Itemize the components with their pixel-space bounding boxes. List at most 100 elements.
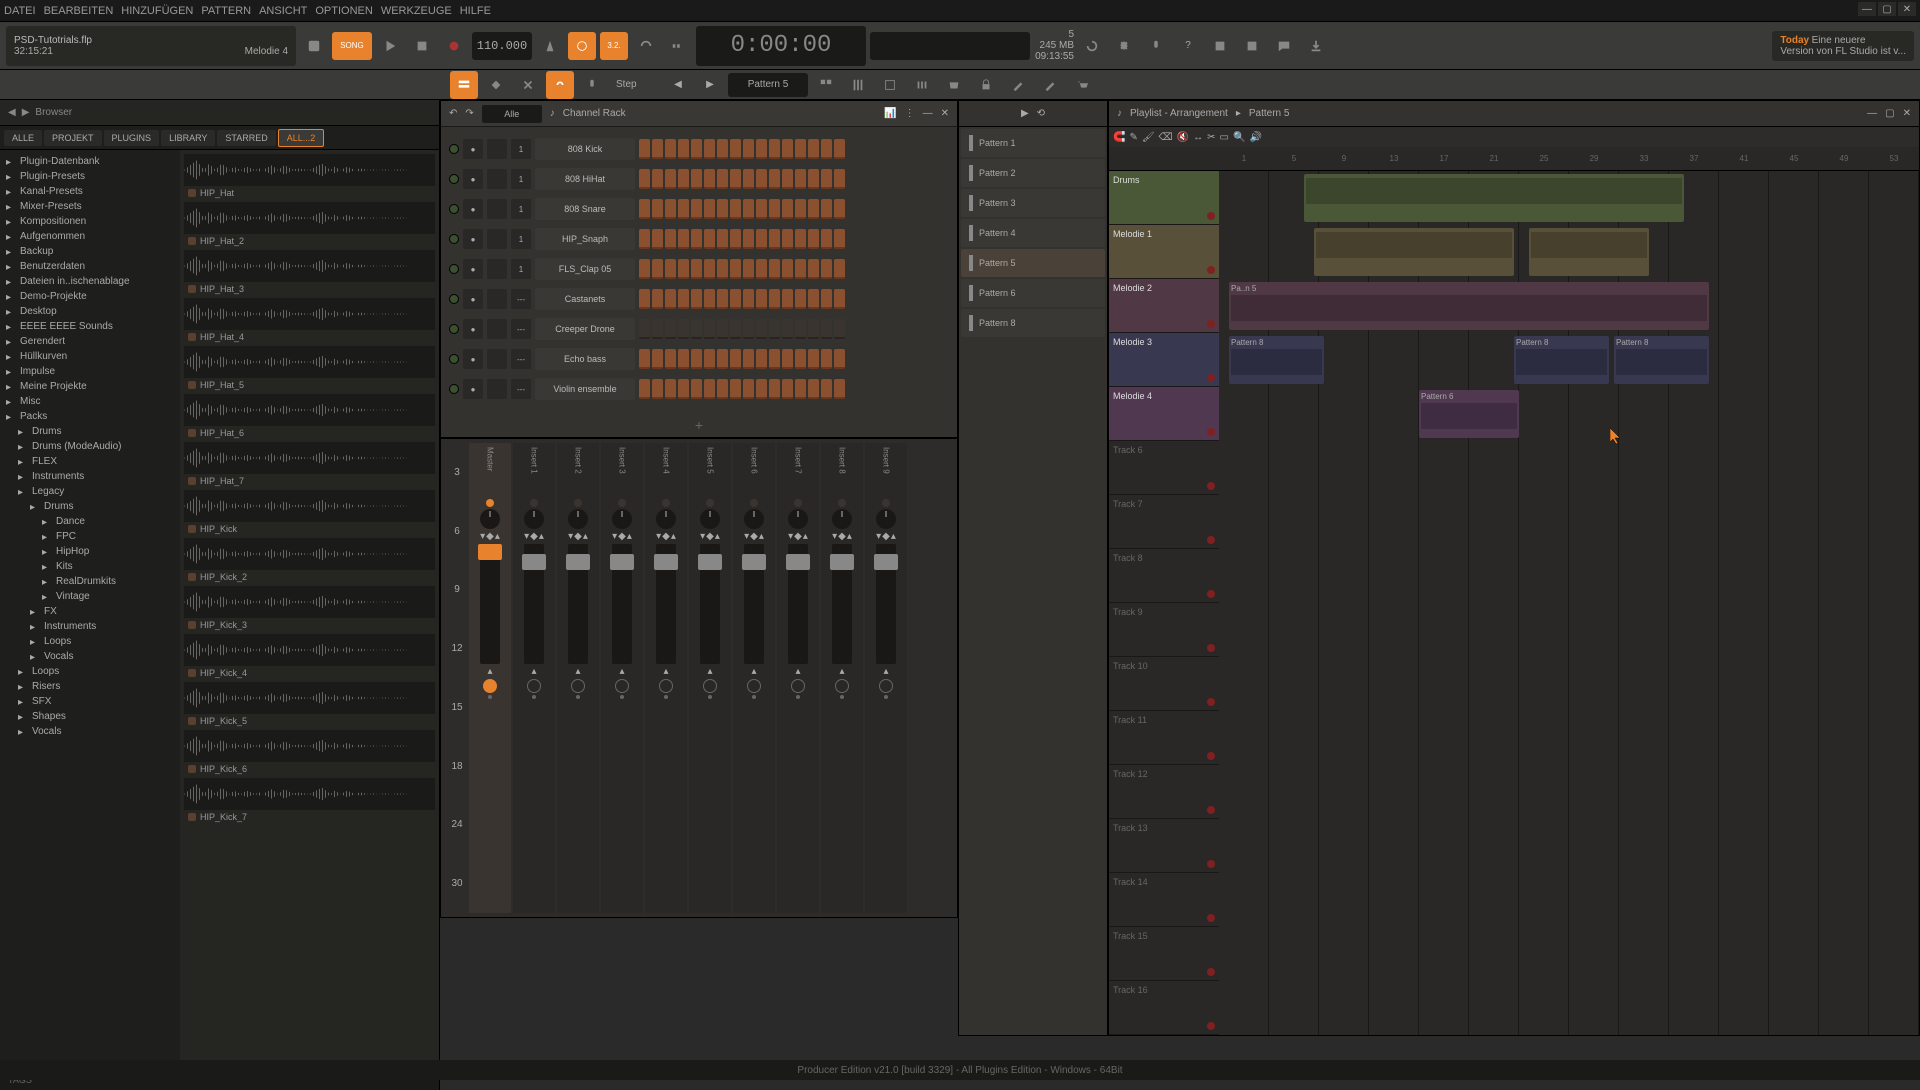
view-controls-icon[interactable] (908, 71, 936, 99)
playlist-track-header[interactable]: Track 12 (1109, 765, 1219, 819)
track-pan-knob[interactable] (788, 509, 808, 529)
tree-item[interactable]: ▸FLEX (0, 454, 180, 469)
pattern-item[interactable]: Pattern 1 (961, 129, 1105, 157)
channel-mute[interactable]: ● (463, 349, 483, 369)
step-button[interactable] (834, 229, 845, 249)
step-button[interactable] (678, 379, 689, 399)
track-rec-icon[interactable] (1207, 428, 1215, 436)
step-button[interactable] (639, 169, 650, 189)
step-button[interactable] (782, 289, 793, 309)
channel-led[interactable] (449, 294, 459, 304)
step-button[interactable] (782, 319, 793, 339)
track-pan-knob[interactable] (876, 509, 896, 529)
step-button[interactable] (808, 199, 819, 219)
track-enable[interactable] (571, 679, 585, 693)
step-button[interactable] (691, 289, 702, 309)
sample-item[interactable]: HIP_Kick_2 (184, 538, 435, 584)
playlist-clip[interactable]: Pattern 8 (1514, 336, 1609, 384)
playlist-clip[interactable] (1529, 228, 1649, 276)
step-mode[interactable]: Step (610, 79, 660, 90)
playlist-clip[interactable]: Pattern 8 (1614, 336, 1709, 384)
mic-icon[interactable] (1142, 32, 1170, 60)
mixer-track[interactable]: Insert 3▾◆▴▴ (601, 443, 643, 913)
track-enable[interactable] (527, 679, 541, 693)
channel-name[interactable]: HIP_Snaph (535, 228, 635, 250)
help-icon[interactable]: ? (1174, 32, 1202, 60)
step-button[interactable] (756, 289, 767, 309)
song-toggle[interactable]: SONG (332, 32, 372, 60)
eq-hi-icon[interactable]: ▴ (759, 531, 764, 542)
step-button[interactable] (639, 259, 650, 279)
sample-item[interactable]: HIP_Hat_5 (184, 346, 435, 392)
eq-low-icon[interactable]: ▾ (612, 531, 617, 542)
tree-item[interactable]: ▸Kompositionen (0, 214, 180, 229)
step-button[interactable] (665, 379, 676, 399)
eq-low-icon[interactable]: ▾ (568, 531, 573, 542)
step-button[interactable] (821, 289, 832, 309)
playlist-track-header[interactable]: Track 13 (1109, 819, 1219, 873)
step-button[interactable] (769, 349, 780, 369)
step-button[interactable] (704, 379, 715, 399)
step-button[interactable] (652, 229, 663, 249)
shop-icon[interactable] (940, 71, 968, 99)
sample-item[interactable]: HIP_Kick_7 (184, 778, 435, 824)
step-button[interactable] (652, 289, 663, 309)
step-button[interactable] (665, 229, 676, 249)
channel-led[interactable] (449, 324, 459, 334)
eq-mid-icon[interactable]: ◆ (838, 531, 846, 542)
step-button[interactable] (834, 379, 845, 399)
playlist-track-header[interactable]: Drums (1109, 171, 1219, 225)
step-button[interactable] (769, 229, 780, 249)
sample-item[interactable]: HIP_Hat_6 (184, 394, 435, 440)
step-button[interactable] (743, 289, 754, 309)
step-button[interactable] (652, 379, 663, 399)
track-pan-knob[interactable] (700, 509, 720, 529)
step-button[interactable] (743, 259, 754, 279)
step-button[interactable] (769, 169, 780, 189)
pattern-selector[interactable]: Pattern 5 (728, 73, 808, 97)
step-button[interactable] (639, 229, 650, 249)
track-pan-knob[interactable] (480, 509, 500, 529)
metronome-icon[interactable] (536, 32, 564, 60)
step-button[interactable] (821, 199, 832, 219)
tree-item[interactable]: ▸Loops (0, 634, 180, 649)
step-button[interactable] (717, 259, 728, 279)
rack-fwd-icon[interactable]: ↷ (465, 108, 473, 119)
tree-item[interactable]: ▸Plugin-Datenbank (0, 154, 180, 169)
channel-led[interactable] (449, 234, 459, 244)
tree-item[interactable]: ▸Drums (0, 424, 180, 439)
add-channel-button[interactable]: + (441, 413, 957, 437)
channel-name[interactable]: 808 HiHat (535, 168, 635, 190)
step-button[interactable] (639, 199, 650, 219)
tree-item[interactable]: ▸Demo-Projekte (0, 289, 180, 304)
channel-route[interactable]: --- (511, 289, 531, 309)
track-rec-icon[interactable] (1207, 860, 1215, 868)
tree-item[interactable]: ▸Packs (0, 409, 180, 424)
step-button[interactable] (639, 379, 650, 399)
channel-mute[interactable]: ● (463, 199, 483, 219)
record-button[interactable] (440, 32, 468, 60)
step-button[interactable] (782, 139, 793, 159)
browser-back-icon[interactable]: ◀ (8, 107, 16, 118)
step-button[interactable] (665, 289, 676, 309)
playlist-current[interactable]: Pattern 5 (1249, 108, 1290, 119)
track-fader[interactable] (612, 544, 632, 664)
step-button[interactable] (821, 229, 832, 249)
step-button[interactable] (756, 169, 767, 189)
step-button[interactable] (795, 349, 806, 369)
mixer-track[interactable]: Insert 1▾◆▴▴ (513, 443, 555, 913)
channel-pan[interactable] (487, 379, 507, 399)
step-button[interactable] (808, 169, 819, 189)
lock-icon[interactable] (972, 71, 1000, 99)
step-button[interactable] (691, 199, 702, 219)
step-button[interactable] (678, 349, 689, 369)
step-button[interactable] (795, 199, 806, 219)
tool-brush-icon[interactable] (1036, 71, 1064, 99)
tree-item[interactable]: ▸Loops (0, 664, 180, 679)
playlist-clip[interactable]: Pa..n 5 (1229, 282, 1709, 330)
step-next-icon[interactable]: ▶ (696, 71, 724, 99)
tree-item[interactable]: ▸Benutzerdaten (0, 259, 180, 274)
step-button[interactable] (769, 319, 780, 339)
rack-menu-icon[interactable]: ⋮ (905, 108, 915, 119)
step-button[interactable] (834, 319, 845, 339)
